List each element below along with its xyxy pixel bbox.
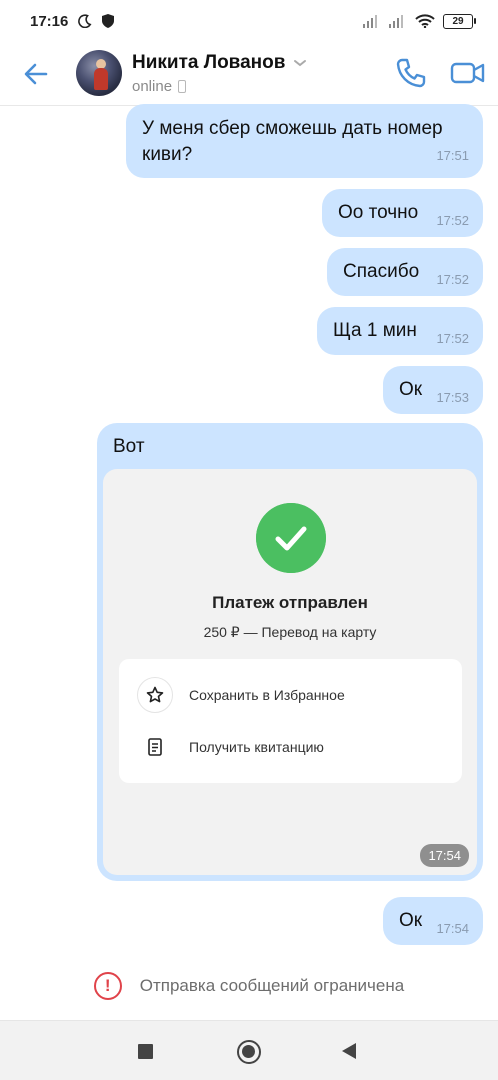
receipt-icon (137, 729, 173, 765)
message-text: Вот (113, 436, 145, 457)
action-label: Получить квитанцию (189, 739, 324, 755)
system-nav-bar (0, 1020, 498, 1080)
home-icon[interactable] (237, 1040, 261, 1064)
video-icon[interactable] (450, 56, 486, 90)
shield-icon (102, 14, 115, 28)
contact-status: online (132, 78, 173, 95)
message-bubble[interactable]: У меня сбер сможешь дать номер киви? 17:… (126, 104, 483, 178)
warning-icon: ! (93, 972, 122, 1000)
payment-subtitle: 250 ₽ — Перевод на карту (203, 624, 377, 640)
checkmark-icon (256, 503, 326, 573)
chevron-down-icon (294, 60, 307, 67)
back-icon[interactable] (342, 1043, 356, 1059)
signal-icon (389, 15, 403, 28)
payment-card[interactable]: Платеж отправлен 250 ₽ — Перевод на карт… (103, 469, 477, 875)
payment-actions: Сохранить в Избранное Получить квитанцию (119, 659, 462, 783)
message-bubble[interactable]: Ок 17:53 (383, 366, 483, 414)
notice-text: Отправка сообщений ограничена (139, 976, 405, 995)
status-time: 17:16 (30, 12, 69, 30)
contact-info[interactable]: Никита Лованов online (132, 52, 307, 95)
wifi-icon (415, 14, 435, 28)
mobile-device-icon (178, 80, 187, 93)
battery-icon: 29 (443, 13, 476, 29)
action-label: Сохранить в Избранное (189, 687, 345, 703)
recents-icon[interactable] (138, 1044, 153, 1059)
message-time: 17:52 (436, 331, 469, 346)
save-favorite-button[interactable]: Сохранить в Избранное (137, 677, 345, 713)
message-time: 17:53 (436, 390, 469, 405)
message-bubble-payment[interactable]: Вот Платеж отправлен 250 ₽ — Перевод на … (97, 423, 483, 881)
star-icon (137, 677, 173, 713)
back-arrow-icon[interactable] (20, 58, 52, 90)
chat-header: Никита Лованов online (0, 42, 498, 106)
message-text: У меня сбер сможешь дать номер киви? (142, 118, 443, 165)
message-time: 17:54 (436, 921, 469, 936)
message-bubble[interactable]: Ок 17:54 (383, 897, 483, 945)
payment-title: Платеж отправлен (212, 593, 368, 612)
signal-icon (363, 15, 377, 28)
message-time: 17:52 (436, 272, 469, 287)
status-bar: 17:16 29 (0, 0, 498, 42)
message-time: 17:51 (436, 148, 469, 163)
message-time: 17:54 (420, 844, 469, 867)
messaging-restricted-notice: ! Отправка сообщений ограничена (0, 972, 498, 1000)
moon-icon (78, 14, 92, 28)
message-time: 17:52 (436, 213, 469, 228)
message-bubble[interactable]: Спасибо 17:52 (327, 248, 483, 296)
message-bubble[interactable]: Ща 1 мин 17:52 (317, 307, 483, 355)
avatar[interactable] (76, 50, 122, 96)
get-receipt-button[interactable]: Получить квитанцию (137, 729, 324, 765)
contact-name: Никита Лованов (132, 52, 286, 73)
message-bubble[interactable]: Оо точно 17:52 (322, 189, 483, 237)
phone-icon[interactable] (394, 56, 428, 90)
